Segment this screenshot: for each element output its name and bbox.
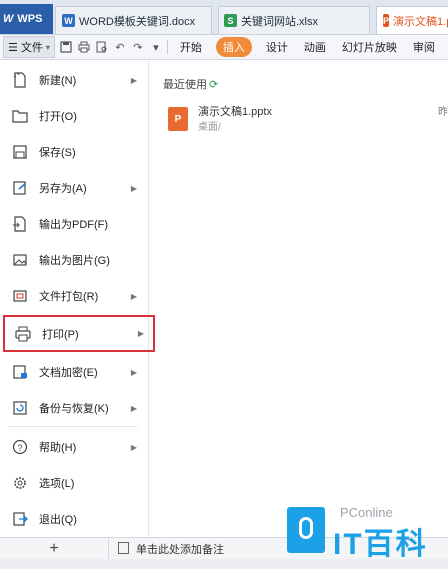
watermark-brand-large: IT百科 bbox=[333, 528, 428, 561]
chevron-right-icon: ▶ bbox=[130, 183, 137, 193]
add-notes-placeholder[interactable]: 单击此处添加备注 bbox=[136, 541, 224, 557]
printer-icon bbox=[14, 325, 32, 343]
recent-files-heading: 最近使用 ⟳ bbox=[163, 76, 218, 92]
menu-item-label: 输出为PDF(F) bbox=[39, 219, 109, 231]
menu-item-label: 帮助(H) bbox=[39, 442, 77, 454]
save-icon[interactable] bbox=[59, 40, 73, 54]
recent-file-name: 演示文稿1.pptx bbox=[198, 106, 272, 118]
save-as-icon bbox=[11, 179, 29, 197]
pconline-watermark: PConline IT百科 bbox=[285, 505, 435, 561]
menu-item-label: 备份与恢复(K) bbox=[39, 403, 109, 415]
save-disk-icon bbox=[11, 143, 29, 161]
tab-doc-label: WORD模板关键词.docx bbox=[79, 15, 196, 28]
redo-icon[interactable]: ↷ bbox=[131, 40, 145, 54]
backup-restore-icon bbox=[11, 399, 29, 417]
chevron-right-icon: ▶ bbox=[130, 442, 137, 452]
exit-icon bbox=[11, 510, 29, 528]
export-pdf-icon bbox=[11, 215, 29, 233]
folder-open-icon bbox=[11, 107, 29, 125]
menu-item-label: 打印(P) bbox=[42, 328, 79, 341]
menu-item-print[interactable]: 打印(P) ▶ bbox=[3, 315, 155, 352]
hamburger-icon: ☰ bbox=[8, 41, 18, 54]
word-file-icon: W bbox=[62, 14, 75, 27]
note-icon bbox=[118, 542, 129, 554]
svg-text:?: ? bbox=[17, 443, 22, 453]
menu-item-help[interactable]: ? 帮助(H) ▶ bbox=[2, 430, 146, 464]
menu-item-save[interactable]: 保存(S) bbox=[2, 135, 146, 169]
menu-item-label: 文件打包(R) bbox=[39, 291, 99, 303]
ribbon-tab-home[interactable]: 开始 bbox=[180, 39, 202, 55]
ribbon-tab-slideshow[interactable]: 幻灯片放映 bbox=[342, 39, 397, 55]
print-preview-icon[interactable] bbox=[95, 40, 109, 54]
chevron-right-icon: ▶ bbox=[130, 75, 137, 85]
wps-logo-icon: W bbox=[3, 13, 14, 25]
file-menu-label: 文件 bbox=[20, 42, 43, 54]
file-menu-button[interactable]: ☰ 文件 ▾ bbox=[3, 36, 55, 58]
tab-word-document[interactable]: W WORD模板关键词.docx bbox=[55, 6, 212, 34]
pconline-logo-icon bbox=[287, 507, 325, 553]
watermark-brand-small: PConline bbox=[340, 505, 393, 520]
tab-presentation[interactable]: P 演示文稿1.pptx bbox=[376, 6, 448, 34]
menu-item-label: 保存(S) bbox=[39, 147, 76, 159]
menu-item-backup[interactable]: 备份与恢复(K) ▶ bbox=[2, 391, 146, 425]
menu-item-exit[interactable]: 退出(Q) bbox=[2, 502, 146, 536]
refresh-icon[interactable]: ⟳ bbox=[209, 79, 218, 91]
menu-item-export-image[interactable]: 输出为图片(G) bbox=[2, 243, 146, 277]
menu-item-options[interactable]: 选项(L) bbox=[2, 466, 146, 500]
tab-xls-label: 关键词网站.xlsx bbox=[241, 15, 318, 28]
menu-item-label: 选项(L) bbox=[39, 478, 75, 490]
menu-item-package[interactable]: 文件打包(R) ▶ bbox=[2, 279, 146, 313]
menu-item-save-as[interactable]: 另存为(A) ▶ bbox=[2, 171, 146, 205]
menu-item-open[interactable]: 打开(O) bbox=[2, 99, 146, 133]
ribbon-tab-design[interactable]: 设计 bbox=[266, 39, 288, 55]
presentation-file-icon: P bbox=[383, 14, 390, 27]
menu-item-label: 输出为图片(G) bbox=[39, 255, 110, 267]
document-tab-bar: W WPS W WORD模板关键词.docx S 关键词网站.xlsx P 演示… bbox=[0, 0, 448, 35]
new-document-icon bbox=[11, 71, 29, 89]
menu-item-label: 另存为(A) bbox=[39, 183, 87, 195]
ribbon-separator bbox=[166, 40, 168, 54]
menu-item-label: 打开(O) bbox=[39, 111, 77, 123]
package-icon bbox=[11, 287, 29, 305]
print-icon[interactable] bbox=[77, 40, 91, 54]
menu-item-new[interactable]: 新建(N) ▶ bbox=[2, 63, 146, 97]
tab-wps-home[interactable]: W WPS bbox=[0, 4, 53, 34]
menu-divider bbox=[8, 426, 138, 427]
tab-wps-label: WPS bbox=[17, 13, 43, 25]
chevron-right-icon: ▶ bbox=[130, 291, 137, 301]
document-lock-icon bbox=[11, 363, 29, 381]
undo-icon[interactable]: ↶ bbox=[113, 40, 127, 54]
chevron-right-icon: ▶ bbox=[137, 329, 144, 338]
recent-file-date: 昨 bbox=[438, 107, 448, 118]
ribbon-tab-animation[interactable]: 动画 bbox=[304, 39, 326, 55]
menu-item-label: 文档加密(E) bbox=[39, 367, 98, 379]
help-icon: ? bbox=[11, 438, 29, 456]
tab-ppt-label: 演示文稿1.pptx bbox=[393, 15, 448, 28]
chevron-down-icon: ▾ bbox=[45, 42, 50, 52]
export-image-icon bbox=[11, 251, 29, 269]
menu-item-label: 新建(N) bbox=[39, 75, 77, 87]
add-slide-button[interactable]: + bbox=[0, 538, 109, 560]
ribbon-tab-insert[interactable]: 插入 bbox=[215, 37, 252, 57]
file-menu-panel: 新建(N) ▶ 打开(O) 保存(S) 另存为(A) ▶ 输出为PDF(F) 输… bbox=[0, 60, 155, 538]
quick-access-dropdown-icon[interactable]: ▾ bbox=[149, 40, 163, 54]
recent-title-label: 最近使用 bbox=[163, 79, 207, 91]
presentation-file-icon: P bbox=[168, 107, 188, 131]
recent-file-item[interactable]: P 演示文稿1.pptx 桌面/ 昨 bbox=[163, 99, 448, 135]
menu-item-encrypt[interactable]: 文档加密(E) ▶ bbox=[2, 355, 146, 389]
tab-spreadsheet[interactable]: S 关键词网站.xlsx bbox=[218, 6, 370, 34]
ribbon-tab-review[interactable]: 审阅 bbox=[413, 39, 435, 55]
gear-icon bbox=[11, 474, 29, 492]
ribbon-bar: ☰ 文件 ▾ ↶ ↷ ▾ 开始 插入 设计 动画 幻灯片放映 审阅 bbox=[0, 35, 448, 60]
chevron-right-icon: ▶ bbox=[130, 367, 137, 377]
chevron-right-icon: ▶ bbox=[130, 403, 137, 413]
recent-file-path: 桌面/ bbox=[198, 122, 221, 133]
menu-item-export-pdf[interactable]: 输出为PDF(F) bbox=[2, 207, 146, 241]
spreadsheet-file-icon: S bbox=[224, 14, 237, 27]
menu-item-label: 退出(Q) bbox=[39, 514, 77, 526]
